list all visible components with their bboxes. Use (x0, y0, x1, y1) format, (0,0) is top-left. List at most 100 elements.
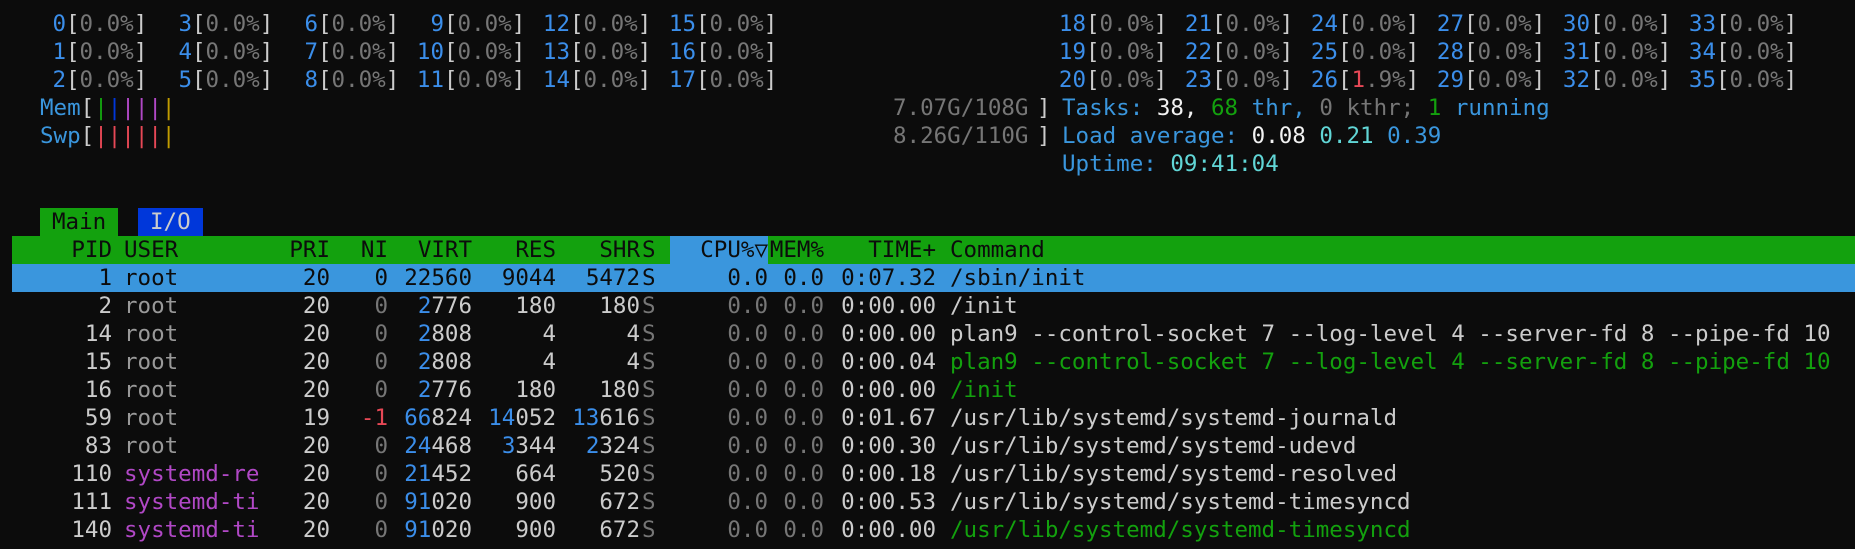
cpu-usage: 0.0% (79, 39, 134, 65)
col-shr[interactable]: SHR (558, 236, 640, 264)
col-res[interactable]: RES (474, 236, 556, 264)
cell-shr: 180 (599, 377, 640, 403)
cell-cmd: /init (950, 377, 1018, 403)
cell-pri: 20 (302, 517, 330, 543)
process-row[interactable]: 1 root 20 0 22560 9044 5472 S 0.0 0.0 0:07.32/sbin… (12, 264, 1855, 292)
tasks-count: 38, (1156, 95, 1198, 121)
cell-user: root (124, 405, 179, 431)
cell-s: S (642, 489, 656, 515)
col-time[interactable]: TIME+ (826, 236, 936, 264)
cpu-meter-14: 14[0.0%] (528, 66, 651, 94)
cpu-id: 14 (542, 67, 570, 93)
cell-s: S (642, 265, 656, 291)
cpu-usage: 0.0% (1729, 39, 1784, 65)
cell-cmd: /sbin/init (950, 265, 1086, 291)
cell-pid: 110 (71, 461, 112, 487)
running-count: 1 (1427, 95, 1442, 121)
cell-cpu: 0.0 (727, 265, 768, 291)
cell-res: 180 (515, 377, 556, 403)
cpu-usage: 0.0% (583, 67, 638, 93)
cpu-usage: 0.0% (583, 39, 638, 65)
cpu-id: 27 (1436, 11, 1464, 37)
col-state[interactable]: S (642, 236, 656, 264)
cpu-id: 17 (668, 67, 696, 93)
cpu-id: 22 (1184, 39, 1212, 65)
cpu-id: 19 (1058, 39, 1086, 65)
cell-cpu: 0.0 (727, 489, 768, 515)
col-pid[interactable]: PID (12, 236, 112, 264)
process-row[interactable]: 2 root 20 0 2776 180 180 S 0.0 0.0 0:00.00/init (12, 292, 1855, 320)
cell-cpu: 0.0 (727, 377, 768, 403)
cpu-usage: 0.0% (709, 67, 764, 93)
cpu-meter-34: 34[0.0%] (1674, 38, 1797, 66)
cpu-meter-27: 27[0.0%] (1422, 10, 1545, 38)
cpu-usage: 0.0% (709, 39, 764, 65)
cpu-meter-30: 30[0.0%] (1548, 10, 1671, 38)
process-row[interactable]: 14 root 20 0 2808 4 4 S 0.0 0.0 0:00.00 plan9 --con… (12, 320, 1855, 348)
cpu-usage: 0.0% (1603, 11, 1658, 37)
cell-mem: 0.0 (783, 517, 824, 543)
cell-user: systemd-ti (124, 517, 260, 543)
cpu-usage: 0.0% (1351, 39, 1406, 65)
cpu-id: 33 (1688, 11, 1716, 37)
cell-pid: 111 (71, 489, 112, 515)
cpu-meter-16: 16[0.0%] (654, 38, 777, 66)
col-pri[interactable]: PRI (264, 236, 330, 264)
col-mem[interactable]: MEM% (768, 236, 824, 264)
cpu-usage: 0.0% (583, 11, 638, 37)
cpu-meter-4: 4[0.0%] (150, 38, 273, 66)
cpu-meter-9: 9[0.0%] (402, 10, 525, 38)
cell-user: root (124, 349, 179, 375)
cell-user: root (124, 265, 179, 291)
cell-time: 0:00.00 (841, 321, 936, 347)
cpu-meter-22: 22[0.0%] (1170, 38, 1293, 66)
process-row[interactable]: 110 systemd-re 20 0 21452 664 520 S 0.0 0.0 0:00.1… (12, 460, 1855, 488)
cell-cpu: 0.0 (727, 461, 768, 487)
cpu-usage: 0.0% (331, 39, 386, 65)
cell-s: S (642, 405, 656, 431)
tab-main[interactable]: Main (40, 208, 119, 236)
cell-user: systemd-ti (124, 489, 260, 515)
col-virt[interactable]: VIRT (390, 236, 472, 264)
cpu-meter-1: 1[0.0%] (24, 38, 147, 66)
uptime-value: 09:41:04 (1170, 151, 1279, 177)
cell-mem: 0.0 (783, 321, 824, 347)
cpu-usage: 0.0% (1729, 67, 1784, 93)
cpu-meter-15: 15[0.0%] (654, 10, 777, 38)
cpu-id: 0 (52, 11, 66, 37)
cell-pid: 2 (98, 293, 112, 319)
cpu-id: 30 (1562, 11, 1590, 37)
cell-shr: 13616 (572, 405, 640, 431)
col-ni[interactable]: NI (332, 236, 388, 264)
process-row[interactable]: 111 systemd-ti 20 0 91020 900 672 S 0.0 0.0 0:00.5… (12, 488, 1855, 516)
cell-cpu: 0.0 (727, 517, 768, 543)
cell-res: 14052 (488, 405, 556, 431)
process-row[interactable]: 83 root 20 0 24468 3344 2324 S 0.0 0.0 0:00.30/usr… (12, 432, 1855, 460)
cell-res: 3344 (501, 433, 556, 459)
cpu-meter-17: 17[0.0%] (654, 66, 777, 94)
process-row[interactable]: 59 root 19 -1 66824 14052 13616 S 0.0 0.0 0:01.67 /… (12, 404, 1855, 432)
cpu-id: 12 (542, 11, 570, 37)
process-row[interactable]: 15 root 20 0 2808 4 4 S 0.0 0.0 0:00.04 plan9 --con… (12, 348, 1855, 376)
col-user[interactable]: USER (124, 236, 178, 264)
process-row[interactable]: 16 root 20 0 2776 180 180 S 0.0 0.0 0:00.00/init (12, 376, 1855, 404)
cell-pid: 1 (98, 265, 112, 291)
cpu-meter-6: 6[0.0%] (276, 10, 399, 38)
cpu-usage: 0.0% (1351, 11, 1406, 37)
cell-pri: 20 (302, 433, 330, 459)
cpu-usage: 0.0% (1603, 67, 1658, 93)
cell-shr: 2324 (585, 433, 640, 459)
cpu-id: 28 (1436, 39, 1464, 65)
cpu-id: 9 (430, 11, 444, 37)
col-command[interactable]: Command (950, 236, 1045, 264)
process-row[interactable]: 140 systemd-ti 20 0 91020 900 672 S 0.0 0.0 0:00.0… (12, 516, 1855, 544)
cell-cmd: /usr/lib/systemd/systemd-resolved (950, 461, 1398, 487)
col-cpu[interactable]: CPU%▽ (672, 236, 768, 264)
cell-ni: 0 (374, 265, 388, 291)
cell-pid: 15 (84, 349, 112, 375)
tab-io[interactable]: I/O (138, 208, 203, 236)
cpu-meter-29: 29[0.0%] (1422, 66, 1545, 94)
cell-cpu: 0.0 (727, 433, 768, 459)
cpu-id: 7 (304, 39, 318, 65)
cpu-meter-23: 23[0.0%] (1170, 66, 1293, 94)
